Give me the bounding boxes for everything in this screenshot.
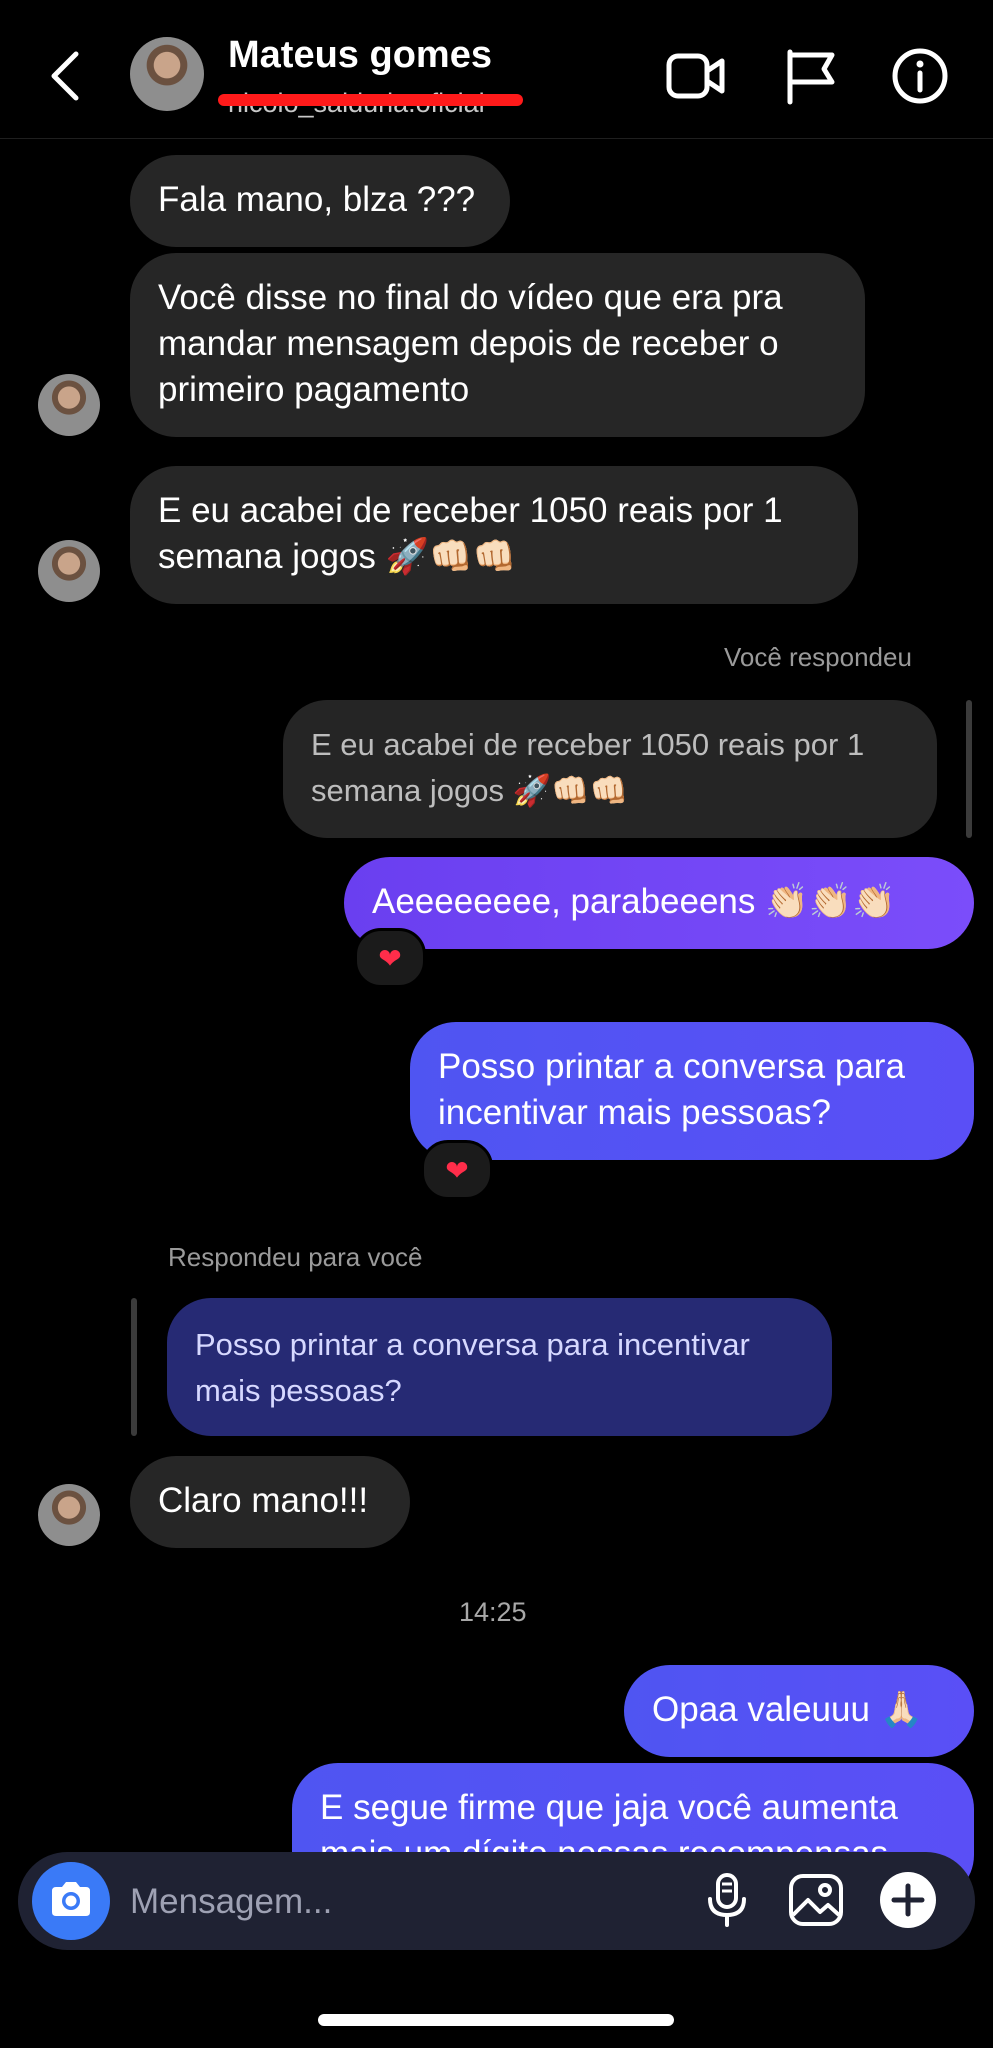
contact-avatar[interactable] [130,37,204,111]
flag-icon[interactable] [780,44,844,108]
reply-label: Respondeu para você [168,1242,423,1272]
quoted-message[interactable]: E eu acabei de receber 1050 reais por 1 … [283,700,937,838]
redaction-mark [218,94,523,106]
sent-message[interactable]: Posso printar a conversa para incentivar… [410,1022,974,1160]
sent-message[interactable]: Opaa valeuuu 🙏🏻 [624,1665,974,1757]
quoted-message[interactable]: Posso printar a conversa para incentivar… [167,1298,832,1436]
contact-avatar-small[interactable] [38,1484,100,1546]
received-message[interactable]: Claro mano!!! [130,1456,410,1548]
heart-reaction[interactable]: ❤ [354,928,426,988]
camera-icon [48,1879,94,1924]
reply-indicator-bar [131,1298,137,1436]
heart-reaction[interactable]: ❤ [421,1140,493,1200]
message-input[interactable] [128,1873,692,1931]
timestamp: 14:25 [459,1597,527,1627]
received-message[interactable]: Fala mano, blza ??? [130,155,510,247]
gallery-icon[interactable] [786,1870,846,1930]
contact-name[interactable]: Mateus gomes [228,34,492,77]
plus-icon[interactable] [878,1870,938,1930]
sent-message[interactable]: Aeeeeeeee, parabeeens 👏🏻👏🏻👏🏻 [344,857,974,949]
camera-button[interactable] [32,1862,110,1940]
home-indicator [318,2014,674,2026]
contact-avatar-small[interactable] [38,540,100,602]
video-call-icon[interactable] [664,44,728,108]
reply-label: Você respondeu [724,642,912,672]
info-icon[interactable] [888,44,952,108]
back-arrow-icon[interactable] [42,46,86,106]
microphone-icon[interactable] [697,1870,757,1930]
received-message[interactable]: E eu acabei de receber 1050 reais por 1 … [130,466,858,604]
contact-avatar-small[interactable] [38,374,100,436]
received-message[interactable]: Você disse no final do vídeo que era pra… [130,253,865,437]
reply-indicator-bar [966,700,972,838]
